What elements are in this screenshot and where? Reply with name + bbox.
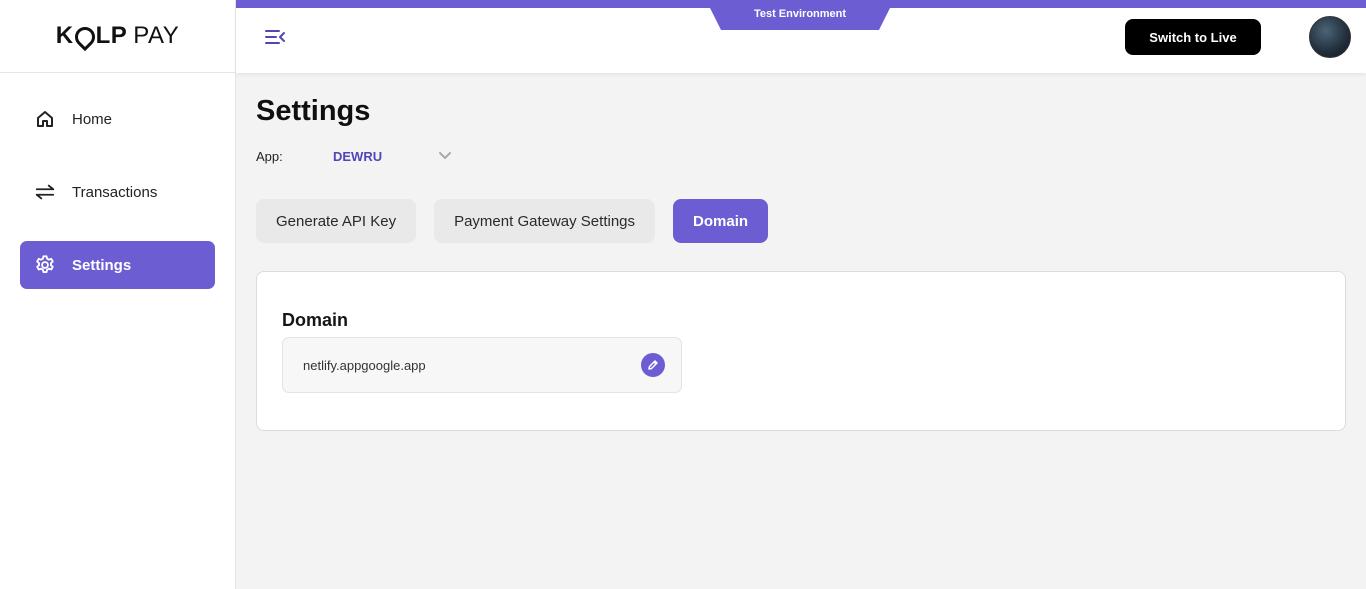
logo-word-pay: PAY: [133, 22, 180, 49]
sidebar-item-label: Home: [72, 110, 113, 128]
home-icon: [34, 108, 56, 130]
app-select[interactable]: DEWRU: [333, 149, 452, 164]
top-bar: Test Environment Switch to Live: [236, 0, 1366, 73]
app-label: App:: [256, 148, 283, 164]
domain-value: netlify.appgoogle.app: [303, 357, 426, 373]
pencil-icon: [647, 359, 659, 371]
sidebar: K LP PAY Home Transactions Settings: [0, 0, 236, 589]
sidebar-item-settings[interactable]: Settings: [20, 241, 215, 289]
sidebar-item-home[interactable]: Home: [20, 95, 215, 143]
domain-card: Domain netlify.appgoogle.app: [256, 271, 1346, 431]
sidebar-item-transactions[interactable]: Transactions: [20, 168, 215, 216]
switch-to-live-button[interactable]: Switch to Live: [1125, 19, 1261, 55]
avatar[interactable]: [1309, 16, 1351, 58]
sidebar-nav: Home Transactions Settings: [0, 73, 235, 289]
gear-icon: [34, 254, 56, 276]
sidebar-item-label: Settings: [72, 256, 132, 274]
transfer-arrows-icon: [34, 181, 56, 203]
tab-generate-api-key[interactable]: Generate API Key: [256, 199, 417, 243]
tab-payment-gateway-settings[interactable]: Payment Gateway Settings: [434, 199, 656, 243]
logo-letters-lp: LP: [95, 22, 128, 49]
app-selector-row: App: DEWRU: [256, 146, 1346, 166]
environment-badge: Test Environment: [706, 0, 894, 30]
menu-collapse-icon[interactable]: [264, 27, 288, 47]
brand-logo[interactable]: K LP PAY: [0, 0, 235, 73]
logo-mark-icon: [70, 22, 99, 52]
chevron-down-icon: [438, 149, 452, 164]
edit-domain-button[interactable]: [641, 353, 665, 377]
main-content: Settings App: DEWRU Generate API Key Pay…: [256, 73, 1346, 431]
sidebar-item-label: Transactions: [72, 183, 158, 201]
tab-domain[interactable]: Domain: [673, 199, 769, 243]
settings-tabs: Generate API Key Payment Gateway Setting…: [256, 199, 1346, 243]
domain-field: netlify.appgoogle.app: [282, 337, 682, 393]
logo-letter-k: K: [55, 22, 74, 49]
app-select-value: DEWRU: [333, 148, 383, 164]
page-title: Settings: [256, 95, 371, 127]
domain-card-title: Domain: [282, 310, 349, 330]
